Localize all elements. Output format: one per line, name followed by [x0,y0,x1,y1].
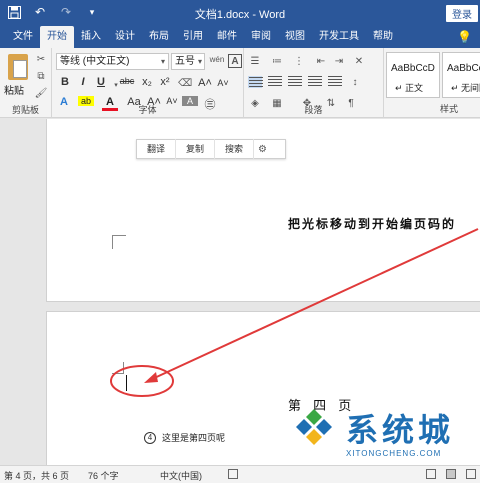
character-border-icon[interactable]: A [228,54,242,68]
multilevel-list-icon[interactable]: ⋮ [292,54,306,68]
tab-view[interactable]: 视图 [278,26,312,48]
paragraph-group-label: 段落 [304,105,323,115]
tab-file[interactable]: 文件 [6,26,40,48]
login-button[interactable]: 登录 [446,5,478,22]
tab-design[interactable]: 设计 [108,26,142,48]
style-normal[interactable]: AaBbCcD ↵ 正文 [386,52,440,98]
tab-home[interactable]: 开始 [40,26,74,48]
styles-group-label: 样式 [440,104,459,114]
tab-help[interactable]: 帮助 [366,26,400,48]
style-name: ↵ 无间隔 [451,83,480,93]
chevron-down-icon: ▾ [160,57,165,66]
underline-button[interactable]: U [94,76,108,88]
align-right-icon[interactable] [288,76,302,88]
subscript-button[interactable]: x₂ [140,76,154,88]
tab-mailings[interactable]: 邮件 [210,26,244,48]
numbering-icon[interactable]: ≔ [270,54,284,68]
macro-record-icon[interactable] [228,469,238,479]
strikethrough-button[interactable]: abc [118,76,136,86]
lightbulb-icon[interactable]: 💡 [457,30,472,44]
style-sample: AaBbCcD [391,63,435,74]
bullets-icon[interactable]: ☰ [248,54,262,68]
font-group: 等线 (中文正文) ▾ 五号 ▾ wén A B I U ▾ abc x₂ x²… [52,48,244,118]
watermark-text: 系统城 [346,411,455,449]
annotation-arrow [149,228,479,381]
paragraph-group: ☰ ≔ ⋮ ⇤ ⇥ ✕ ↕ ◈ ▦ ✥ ⇅ ¶ 段落 [244,48,384,118]
ribbon-tabs: 文件 开始 插入 设计 布局 引用 邮件 审阅 视图 开发工具 帮助 💡 [0,26,480,48]
tab-layout[interactable]: 布局 [142,26,176,48]
watermark: 系统城 XITONGCHENG.COM [290,401,480,465]
annotation-circle [110,365,174,397]
style-name: ↵ 正文 [395,83,424,93]
increase-indent-icon[interactable]: ⇥ [332,54,346,68]
line-spacing-icon[interactable]: ↕ [348,75,362,89]
align-center-icon[interactable] [268,76,282,88]
chinese-layout-icon[interactable]: ✕ [352,54,366,68]
font-group-label: 字体 [138,105,157,115]
tab-review[interactable]: 审阅 [244,26,278,48]
grow-font-button[interactable]: A˄ [198,76,212,90]
tab-insert[interactable]: 插入 [74,26,108,48]
copy-icon[interactable]: ⧉ [34,69,48,83]
phonetic-guide-icon[interactable]: wén [208,52,226,66]
cut-icon[interactable]: ✂ [34,52,48,66]
tab-references[interactable]: 引用 [176,26,210,48]
window-title: 文档1.docx - Word [194,9,286,21]
tab-developer[interactable]: 开发工具 [312,26,366,48]
ribbon: 粘贴 ✂ ⧉ 🖌 剪贴板 等线 (中文正文) ▾ 五号 ▾ wén A B I … [0,48,480,118]
language[interactable]: 中文(中国) [160,469,202,482]
clear-formatting-icon[interactable]: ⌫ [178,76,192,90]
font-name-select[interactable]: 等线 (中文正文) ▾ [56,53,169,70]
annotation-arrowhead [144,372,158,383]
align-left-icon[interactable] [248,76,263,89]
clipboard-group-label: 剪贴板 [11,105,39,115]
distributed-icon[interactable] [328,76,342,88]
bold-button[interactable]: B [58,76,72,88]
print-layout-icon[interactable] [446,469,456,479]
paste-button[interactable]: 粘贴 [4,82,24,97]
font-name-value: 等线 (中文正文) [60,56,130,67]
justify-icon[interactable] [308,76,322,88]
superscript-button[interactable]: x² [158,76,172,88]
italic-button[interactable]: I [76,76,90,88]
chevron-down-icon: ▾ [197,57,202,66]
clipboard-group: 粘贴 ✂ ⧉ 🖌 剪贴板 [0,48,52,118]
format-painter-icon[interactable]: 🖌 [34,86,48,100]
styles-gallery: AaBbCcD ↵ 正文 AaBbCcD ↵ 无间隔 [386,52,480,102]
page-count[interactable]: 第 4 页，共 6 页 [4,469,69,482]
font-size-value: 五号 [175,56,195,67]
status-bar: 第 4 页，共 6 页 76 个字 中文(中国) [0,465,480,483]
decrease-indent-icon[interactable]: ⇤ [314,54,328,68]
title-bar: ↶ ↷ ▾ 文档1.docx - Word 登录 [0,0,480,26]
style-sample: AaBbCcD [447,63,480,74]
font-size-select[interactable]: 五号 ▾ [171,53,205,70]
word-count[interactable]: 76 个字 [88,469,119,482]
watermark-url: XITONGCHENG.COM [346,449,442,458]
document-area[interactable]: 翻译 复制 搜索 ⚙ 把光标移动到开始编页码的 第 四 页 4 这里是第四页呢 … [0,119,480,465]
style-no-spacing[interactable]: AaBbCcD ↵ 无间隔 [442,52,480,98]
shrink-font-button[interactable]: A˅ [216,76,230,90]
web-layout-icon[interactable] [466,469,476,479]
read-mode-icon[interactable] [426,469,436,479]
watermark-logo [296,409,332,445]
paste-icon[interactable] [8,54,28,80]
